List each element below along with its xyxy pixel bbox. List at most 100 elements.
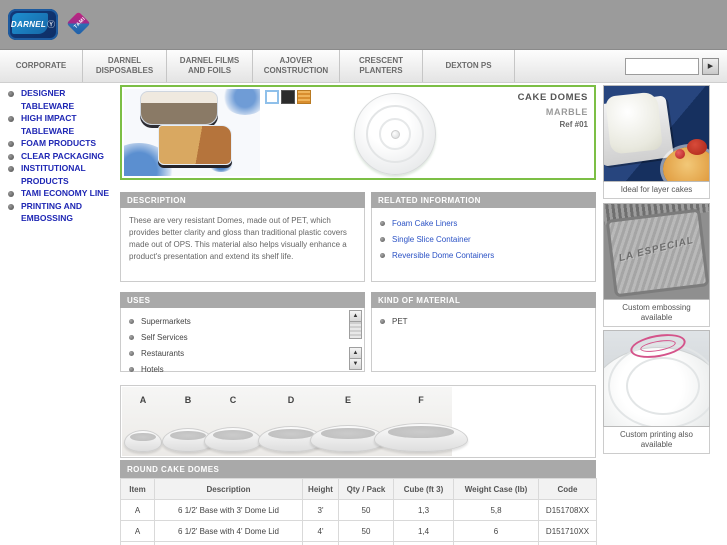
sidebar-item-printing-and-embossing[interactable]: PRINTING AND EMBOSSING [8,200,116,225]
material-item: PET [378,314,589,330]
table-cell: D152208XX [538,541,597,545]
description-body: These are very resistant Domes, made out… [120,208,365,282]
size-letter-c: C [229,395,237,405]
size-dome-a [124,430,162,452]
material-body: PET [371,308,596,372]
table-cell: D151710XX [538,520,597,542]
nav-tab-dexton-ps[interactable]: DEXTON PS [423,50,515,82]
size-letter-d: D [287,395,295,405]
scroll-down-icon[interactable]: ▼ [349,358,362,370]
table-cell: 3' [302,499,339,521]
tami-logo[interactable]: TAMI [66,9,91,39]
color-swatch-black[interactable] [281,90,295,104]
nav-tab-ajover-construction[interactable]: AJOVER CONSTRUCTION [253,50,340,82]
size-letter-a: A [139,395,147,405]
size-chart: A B C D E F [120,385,596,458]
uses-list: Supermarkets Self Services Restaurants Hote… [127,314,358,378]
darnel-logo[interactable]: DARNEL Ⓨ [8,9,58,40]
white-cake [605,91,663,155]
dome-ring [626,357,700,415]
size-dome-f [374,423,468,452]
main-nav: CORPORATE DARNEL DISPOSABLES DARNEL FILMS … [0,49,727,83]
uses-body: Supermarkets Self Services Restaurants Hote… [120,308,365,374]
dome-center-knob [391,130,400,139]
search-go-button[interactable]: ▶ [702,57,719,75]
page: DARNEL Ⓨ TAMI CORPORATE DARNEL DISPOSABLE… [0,0,727,545]
aside-card-embossing: LA ESPECIAL Custom embossing available [603,203,710,327]
table-cell: 2,3 [393,541,454,545]
category-list: DESIGNER TABLEWARE HIGH IMPACT TABLEWARE F… [8,87,116,225]
table-row: A6 1/2' Base with 3' Dome Lid 3' 50 1,3 5,8 D… [120,499,597,521]
aside-card-printing: Custom printing also available [603,330,710,454]
product-titles: CAKE DOMES MARBLE Ref #01 [518,92,588,129]
cherry [675,149,685,159]
related-links: Foam Cake Liners Single Slice Container Re… [378,216,589,264]
table-cell: 9,3 [453,541,539,545]
top-banner: DARNEL Ⓨ TAMI [0,0,727,49]
table-cell: 50 [338,541,394,545]
embossing-image: LA ESPECIAL [603,203,710,300]
table-cell: 3' [302,541,339,545]
table-column-header: Height [302,478,339,500]
product-photo [124,89,260,176]
table-cell: 4' [302,520,339,542]
nav-tabs: CORPORATE DARNEL DISPOSABLES DARNEL FILMS … [0,50,515,82]
related-link[interactable]: Foam Cake Liners [378,216,589,232]
berry [687,139,707,155]
table-cell: 50 [338,520,394,542]
size-letter-b: B [184,395,192,405]
nav-tab-crescent-planters[interactable]: CRESCENT PLANTERS [340,50,423,82]
table-cell: 50 [338,499,394,521]
uses-scrollbar: ▲ ▲ ▼ [349,310,362,370]
related-header: RELATED INFORMATION [371,192,596,208]
related-body: Foam Cake Liners Single Slice Container Re… [371,208,596,282]
table-column-header: Qty / Pack [338,478,394,500]
photo-cake-slice [158,125,232,165]
color-swatch-white[interactable] [265,90,279,104]
uses-item: Hotels [127,362,358,378]
darnel-logo-text: DARNEL [10,20,47,29]
table-title: ROUND CAKE DOMES [120,460,596,478]
description-section: DESCRIPTION These are very resistant Dom… [120,192,365,282]
table-cell: B [120,541,155,545]
sidebar-item-tami-economy-line[interactable]: TAMI ECONOMY LINE [8,187,116,200]
sidebar-item-clear-packaging[interactable]: CLEAR PACKAGING [8,150,116,163]
search-area: ▶ [625,50,727,82]
product-title: CAKE DOMES [517,92,588,103]
related-link[interactable]: Reversible Dome Containers [378,248,589,264]
sidebar-item-designer-tableware[interactable]: DESIGNER TABLEWARE [8,87,116,112]
product-ref: Ref #01 [559,120,588,129]
sidebar-item-institutional-products[interactable]: INSTITUTIONAL PRODUCTS [8,162,116,187]
product-table: Item Description Height Qty / Pack Cube (ft … [120,478,597,545]
material-header: KIND OF MATERIAL [371,292,596,308]
dome-lid-image [354,93,436,175]
table-cell: 6 1/2' Base with 4' Dome Lid [154,520,303,542]
table-column-header: Weight Case (lb) [453,478,539,500]
table-column-header: Description [154,478,303,500]
card-caption: Ideal for layer cakes [603,182,710,199]
material-list: PET [378,314,589,330]
uses-item: Supermarkets [127,314,358,330]
size-letter-f: F [418,395,424,405]
scrollbar-thumb[interactable] [349,321,362,339]
table-cell: 8 1/2' Base with 3' Dome Lid [154,541,303,545]
product-subtitle: MARBLE [545,107,588,117]
search-input[interactable] [625,57,699,75]
sidebar-item-high-impact-tableware[interactable]: HIGH IMPACT TABLEWARE [8,112,116,137]
scrollbar-bottom-buttons: ▲ ▼ [349,347,362,370]
printing-image [603,330,710,427]
related-link[interactable]: Single Slice Container [378,232,589,248]
color-swatch-amber[interactable] [297,90,311,104]
nav-tab-darnel-films-and-foils[interactable]: DARNEL FILMS AND FOILS [167,50,253,82]
darnel-logo-circle-icon: Ⓨ [47,20,56,29]
table-row: A6 1/2' Base with 4' Dome Lid 4' 50 1,4 6 D15… [120,520,597,542]
sidebar-item-foam-products[interactable]: FOAM PRODUCTS [8,137,116,150]
nav-tab-darnel-disposables[interactable]: DARNEL DISPOSABLES [83,50,167,82]
uses-item: Restaurants [127,346,358,362]
nav-tab-corporate[interactable]: CORPORATE [0,50,83,82]
related-section: RELATED INFORMATION Foam Cake Liners Sing… [371,192,596,282]
card-caption: Custom printing also available [603,427,710,454]
aside-card-layer-cakes: Ideal for layer cakes [603,85,710,199]
table-cell: D151708XX [538,499,597,521]
